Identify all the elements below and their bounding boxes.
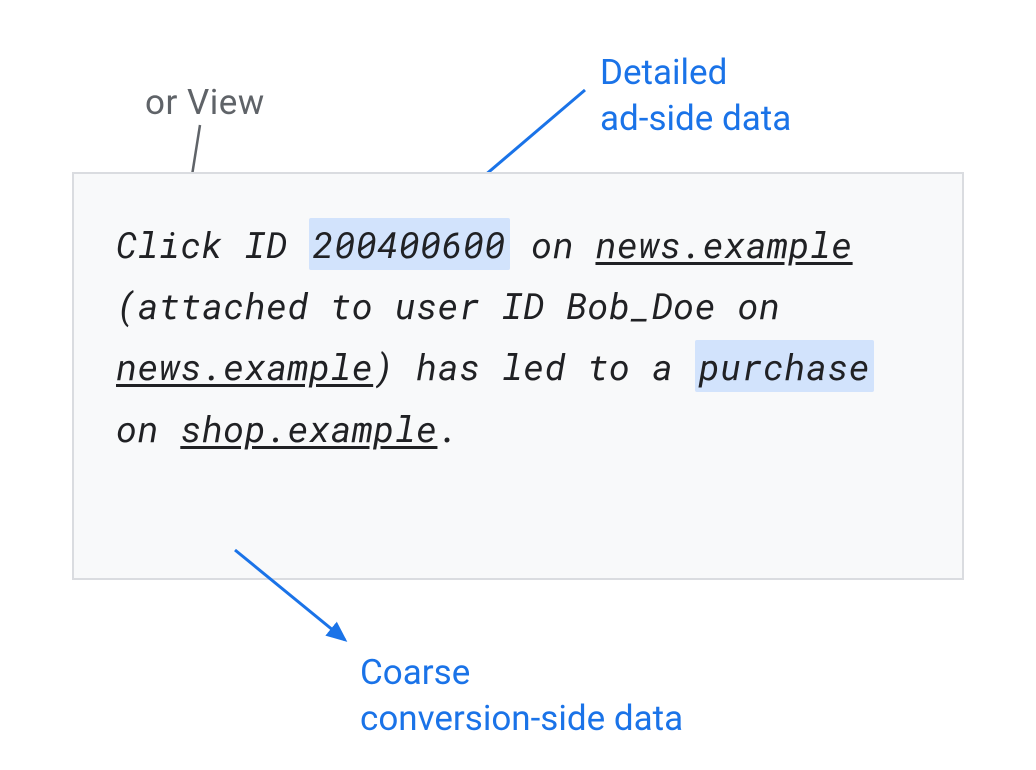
click-id-highlight: 200400600	[309, 218, 510, 270]
annotation-detailed-line1: Detailed	[600, 50, 791, 96]
site2-link: shop.example	[180, 404, 437, 452]
site1-repeat-link: news.example	[116, 342, 373, 390]
text-part3: (attached to user ID Bob_Doe on	[116, 281, 780, 329]
annotation-detailed: Detailed ad-side data	[600, 50, 791, 141]
text-part5: on	[116, 404, 180, 452]
annotation-detailed-line2: ad-side data	[600, 96, 791, 142]
site1-link: news.example	[595, 220, 852, 268]
main-content-box: Click ID 200400600 on news.example (atta…	[72, 172, 964, 580]
annotation-coarse-line1: Coarse	[360, 650, 683, 696]
text-part1: Click ID	[116, 220, 309, 268]
text-part2: on	[510, 220, 596, 268]
text-part6: .	[437, 404, 458, 452]
annotation-coarse: Coarse conversion-side data	[360, 650, 683, 741]
annotation-or-view-text: or View	[145, 82, 265, 123]
purchase-highlight: purchase	[695, 340, 874, 392]
main-text: Click ID 200400600 on news.example (atta…	[116, 214, 920, 459]
annotation-or-view: or View	[145, 82, 265, 123]
text-part4: ) has led to a	[373, 342, 694, 390]
annotation-coarse-line2: conversion-side data	[360, 696, 683, 742]
